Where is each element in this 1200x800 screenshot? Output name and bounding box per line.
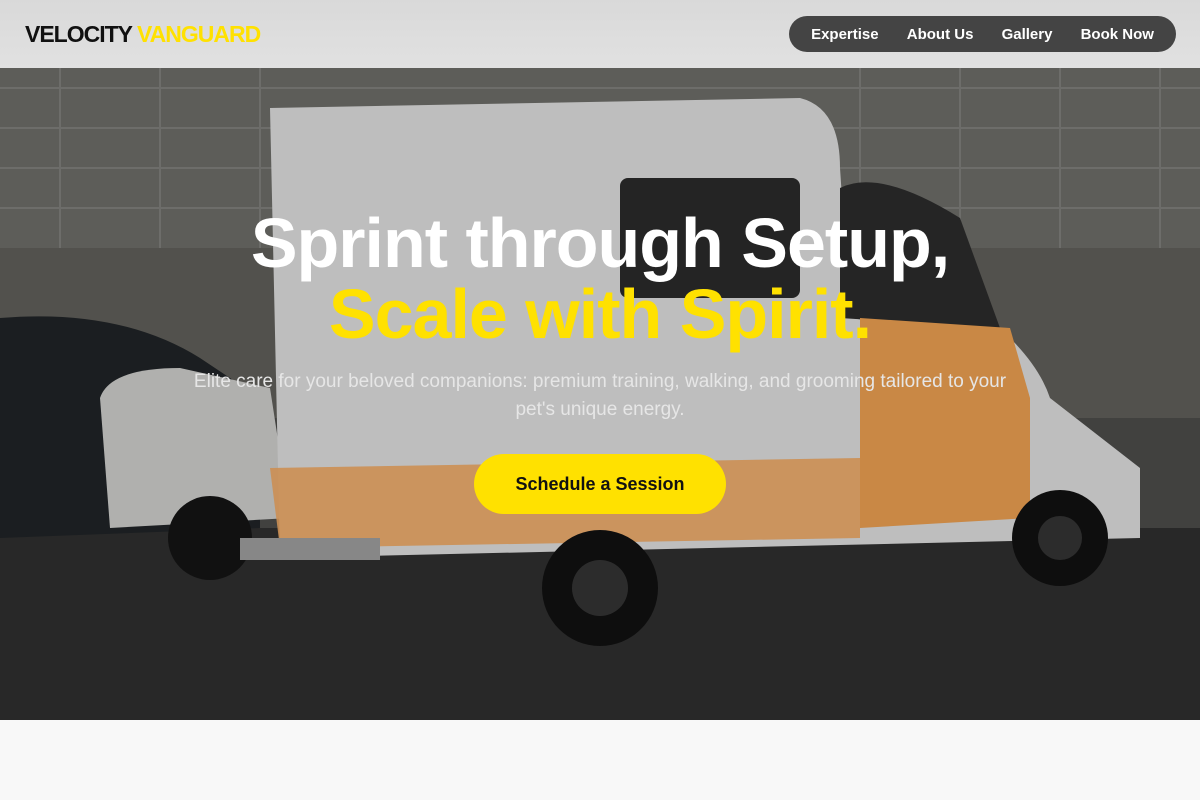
logo-text-accent: VANGUARD: [137, 21, 261, 47]
hero-subtitle: Elite care for your beloved companions: …: [193, 371, 1007, 420]
logo-text-primary: VELOCITY: [25, 21, 133, 47]
hero-section: Sprint through Setup, Scale with Spirit.…: [0, 68, 1200, 720]
schedule-session-button[interactable]: Schedule a Session: [474, 454, 726, 514]
hero-headline-line2: Scale with Spirit.: [328, 275, 872, 353]
nav-item-book-now[interactable]: Book Now: [1073, 26, 1162, 43]
next-section: [0, 720, 1200, 800]
nav-item-gallery[interactable]: Gallery: [994, 26, 1061, 43]
logo[interactable]: VELOCITY VANGUARD: [25, 20, 261, 48]
nav-item-about-us[interactable]: About Us: [899, 26, 982, 43]
hero-headline-line1: Sprint through Setup,: [250, 204, 950, 282]
main-nav: Expertise About Us Gallery Book Now: [789, 16, 1176, 52]
nav-item-expertise[interactable]: Expertise: [803, 26, 887, 43]
site-header: VELOCITY VANGUARD Expertise About Us Gal…: [0, 0, 1200, 68]
